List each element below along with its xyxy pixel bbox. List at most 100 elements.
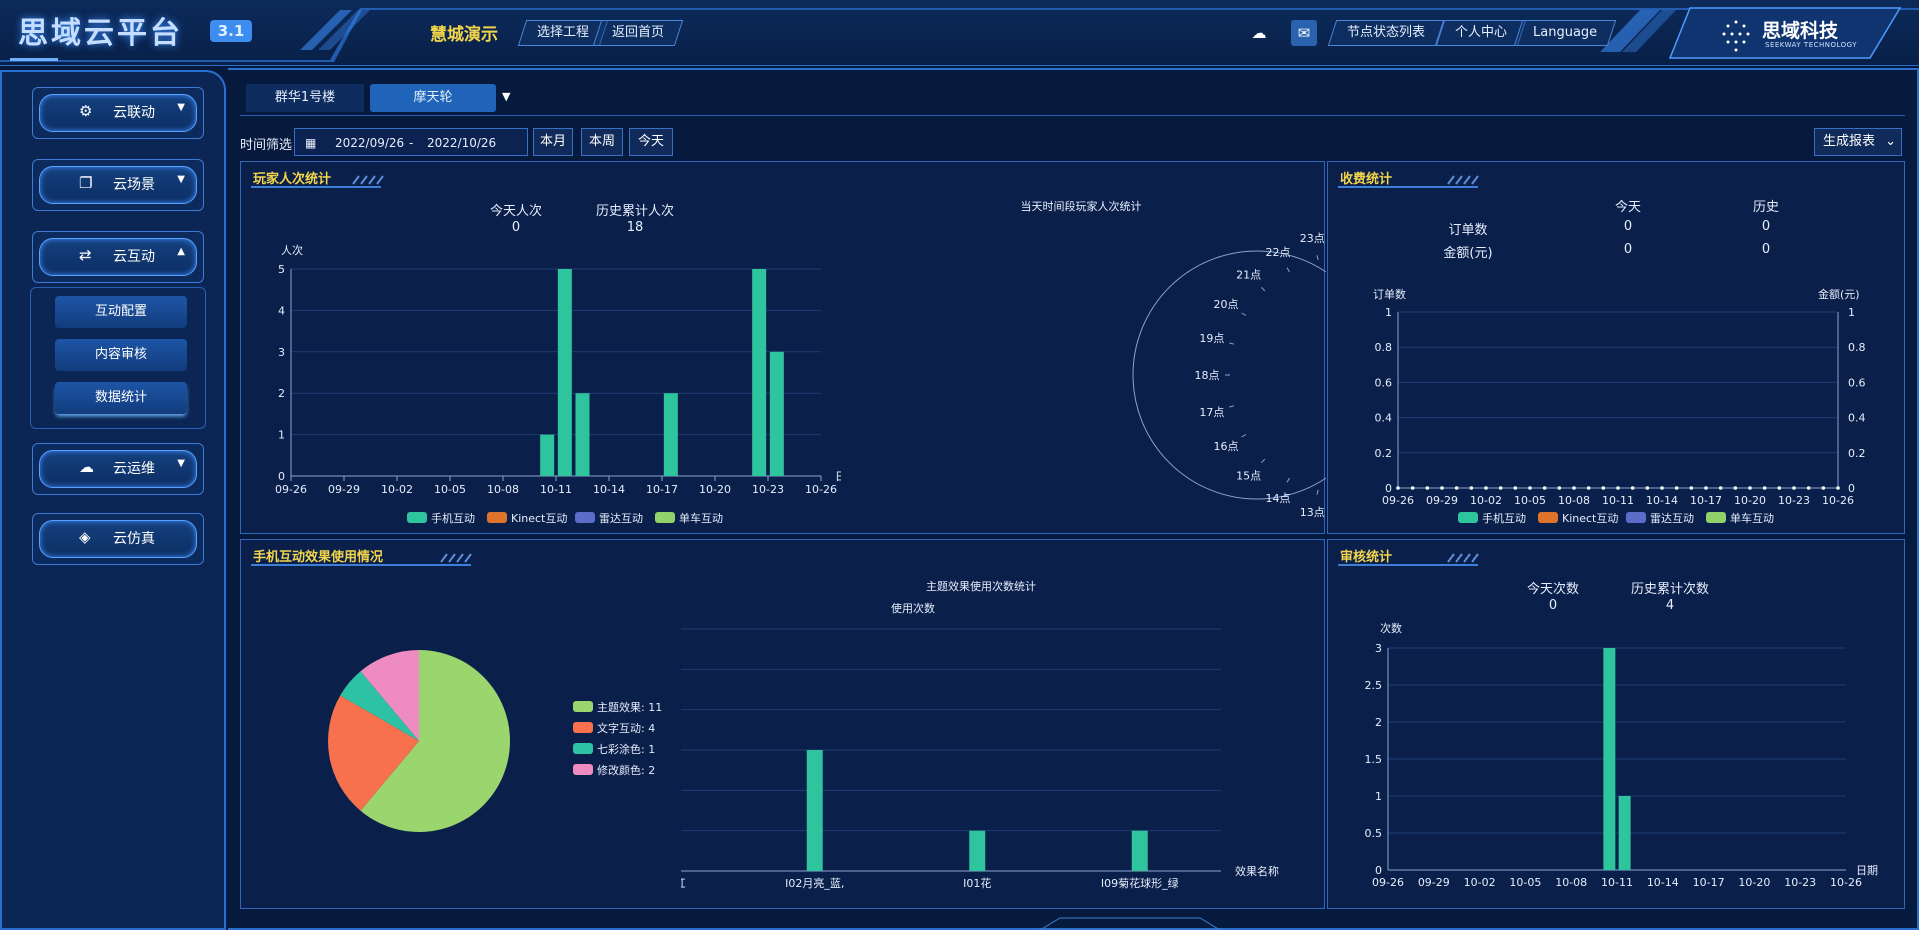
audit-stats-panel: 审核统计 今天次数 0 历史累计次数 4 次数 0 0.5 1 1.5 2 2.5 3 09-2… bbox=[1327, 539, 1905, 909]
x-tick-label: 10-14 bbox=[1646, 494, 1678, 507]
x-tick-label: 10-05 bbox=[434, 483, 466, 496]
sidebar-item-label: 云仿真 bbox=[113, 531, 155, 547]
legend-item[interactable]: 手机互动 bbox=[407, 510, 475, 526]
y-axis-label: 次数 bbox=[1380, 621, 1402, 635]
y-tick-label: 0 bbox=[278, 470, 285, 483]
player-bar-chart: 人次 0 1 2 3 4 5 09-26 09-29 10-02 10-05 10-08 10-11 10… bbox=[275, 243, 841, 496]
tab-ferris-wheel[interactable]: 摩天轮 bbox=[370, 84, 496, 112]
date-range-picker[interactable]: ▦ 2022/09/26 - 2022/10/26 bbox=[294, 128, 528, 156]
personal-center-button[interactable]: 个人中心 bbox=[1435, 20, 1527, 46]
y-tick-label: 5 bbox=[278, 263, 285, 276]
sidebar-item-ops[interactable]: ☁ 云运维 ▼ bbox=[32, 443, 204, 495]
sidebar-item-simulation[interactable]: ◈ 云仿真 bbox=[32, 513, 204, 565]
y-tick-label-left: 0.6 bbox=[1375, 376, 1393, 389]
language-button[interactable]: Language bbox=[1513, 20, 1617, 46]
legend-item[interactable]: 单车互动 bbox=[655, 510, 723, 526]
x-tick-label: 10-26 bbox=[1822, 494, 1854, 507]
hour-label: 18点 bbox=[1195, 369, 1220, 382]
data-point bbox=[1601, 486, 1606, 490]
data-point bbox=[1806, 486, 1811, 490]
bar bbox=[769, 351, 784, 476]
y-tick-label: 2.5 bbox=[1365, 679, 1383, 692]
data-point bbox=[1616, 486, 1620, 490]
y-axis-label: 人次 bbox=[281, 243, 303, 257]
this-week-button[interactable]: 本周 bbox=[581, 128, 623, 156]
bar bbox=[806, 750, 823, 871]
legend-item[interactable]: 文字互动: 4 bbox=[573, 720, 655, 736]
data-point bbox=[1630, 486, 1635, 490]
chevron-down-icon: ⌄ bbox=[1885, 134, 1897, 149]
submenu-interact-config[interactable]: 互动配置 bbox=[55, 296, 187, 328]
company-logo-icon bbox=[1722, 20, 1750, 52]
y-tick-label: 0.5 bbox=[1365, 827, 1383, 840]
legend-item[interactable]: 手机互动 bbox=[1458, 510, 1526, 526]
hour-label: 22点 bbox=[1266, 246, 1291, 259]
x-tick-label: I04蝴蝶结_红 bbox=[681, 876, 686, 890]
x-tick-label: I01花 bbox=[963, 877, 991, 890]
legend-item[interactable]: 修改颜色: 2 bbox=[573, 762, 655, 778]
legend-item[interactable]: 雷达互动 bbox=[1626, 510, 1694, 526]
today-button[interactable]: 今天 bbox=[629, 128, 673, 156]
sidebar: ⚙ 云联动 ▼ ❐ 云场景 ▼ ⇄ 云互动 ▲ 互动配置 内容审核 数据统计 ☁ 云运维 ▼ ◈… bbox=[0, 70, 226, 930]
effects-usage-panel: 手机互动效果使用情况 主题效果: 11 文字互动: 4 七彩涂色: 1 修改颜色… bbox=[240, 539, 1325, 909]
submenu-content-review[interactable]: 内容审核 bbox=[55, 339, 187, 371]
bar bbox=[575, 393, 590, 476]
y-tick-label-left: 0.2 bbox=[1375, 447, 1393, 460]
data-point bbox=[1572, 486, 1576, 490]
hour-label: 23点 bbox=[1300, 232, 1325, 245]
income-stats-panel: 收费统计 今天 历史 订单数 0 0 金额(元) 0 0 订单数 金额(元) 0 0 0… bbox=[1327, 161, 1905, 534]
sidebar-item-label: 云场景 bbox=[113, 177, 155, 193]
app-root: 思域云平台 3.1 慧城演示 选择工程 返回首页 ☁ ✉ 节点状态列表 个人中心… bbox=[0, 0, 1919, 930]
x-tick-label: 09-26 bbox=[275, 483, 307, 496]
y-tick-label-right: 0.6 bbox=[1848, 376, 1866, 389]
data-point bbox=[1410, 486, 1415, 490]
cloud-icon[interactable]: ☁ bbox=[1246, 20, 1272, 46]
hour-label: 13点 bbox=[1300, 506, 1325, 519]
income-line-chart: 订单数 金额(元)0 00.2 0.20.4 0.40.6 0.60.8 0.81 109-2… bbox=[1373, 287, 1866, 507]
generate-report-button[interactable]: 生成报表 ⌄ bbox=[1814, 128, 1902, 156]
node-status-button[interactable]: 节点状态列表 bbox=[1327, 20, 1445, 46]
data-point bbox=[1762, 486, 1767, 490]
submenu-data-stats[interactable]: 数据统计 bbox=[55, 382, 187, 414]
sidebar-item-linkage[interactable]: ⚙ 云联动 ▼ bbox=[32, 87, 204, 139]
sidebar-item-scene[interactable]: ❐ 云场景 ▼ bbox=[32, 159, 204, 211]
bar bbox=[1603, 648, 1616, 870]
x-tick-label: 10-02 bbox=[1464, 876, 1496, 889]
tab-building[interactable]: 群华1号楼 bbox=[246, 84, 364, 112]
polar-tick bbox=[1316, 255, 1319, 261]
this-month-button[interactable]: 本月 bbox=[533, 128, 573, 156]
back-home-label: 返回首页 bbox=[612, 25, 665, 40]
y-axis-label: 使用次数 bbox=[891, 601, 935, 615]
back-home-button[interactable]: 返回首页 bbox=[592, 20, 684, 46]
hour-label: 20点 bbox=[1214, 298, 1239, 311]
data-point bbox=[1557, 486, 1562, 490]
data-point bbox=[1528, 486, 1532, 490]
legend-item[interactable]: Kinect互动 bbox=[487, 510, 567, 526]
legend-item[interactable]: Kinect互动 bbox=[1538, 510, 1618, 526]
sidebar-item-interact[interactable]: ⇄ 云互动 ▲ bbox=[32, 231, 204, 283]
legend-item[interactable]: 七彩涂色: 1 bbox=[573, 741, 655, 757]
polar-tick bbox=[1260, 458, 1266, 464]
date-end[interactable]: 2022/10/26 bbox=[427, 136, 496, 150]
y-tick-label: 1.5 bbox=[1365, 753, 1383, 766]
data-point bbox=[1733, 486, 1738, 490]
hour-label: 15点 bbox=[1236, 469, 1261, 482]
legend-item[interactable]: 单车互动 bbox=[1706, 510, 1774, 526]
x-tick-label: 10-14 bbox=[593, 483, 625, 496]
legend-item[interactable]: 主题效果: 11 bbox=[573, 699, 662, 715]
x-tick-label: 10-02 bbox=[1470, 494, 1502, 507]
sidebar-item-label: 云联动 bbox=[113, 105, 155, 121]
x-tick-label: 10-11 bbox=[540, 483, 572, 496]
mail-icon[interactable]: ✉ bbox=[1291, 20, 1317, 46]
x-tick-label: 09-26 bbox=[1372, 876, 1404, 889]
x-tick-label: 10-26 bbox=[1830, 876, 1862, 889]
sidebar-item-label: 云互动 bbox=[113, 249, 155, 265]
date-start[interactable]: 2022/09/26 bbox=[335, 136, 404, 150]
tab-dropdown-icon[interactable]: ▼ bbox=[502, 90, 510, 103]
data-point bbox=[1674, 486, 1679, 490]
x-tick-label: 10-05 bbox=[1514, 494, 1546, 507]
y-tick-label: 3 bbox=[1375, 642, 1382, 655]
brand-title: 思域云平台 bbox=[18, 16, 183, 51]
legend-item[interactable]: 雷达互动 bbox=[575, 510, 643, 526]
y-tick-label: 2 bbox=[1375, 716, 1382, 729]
